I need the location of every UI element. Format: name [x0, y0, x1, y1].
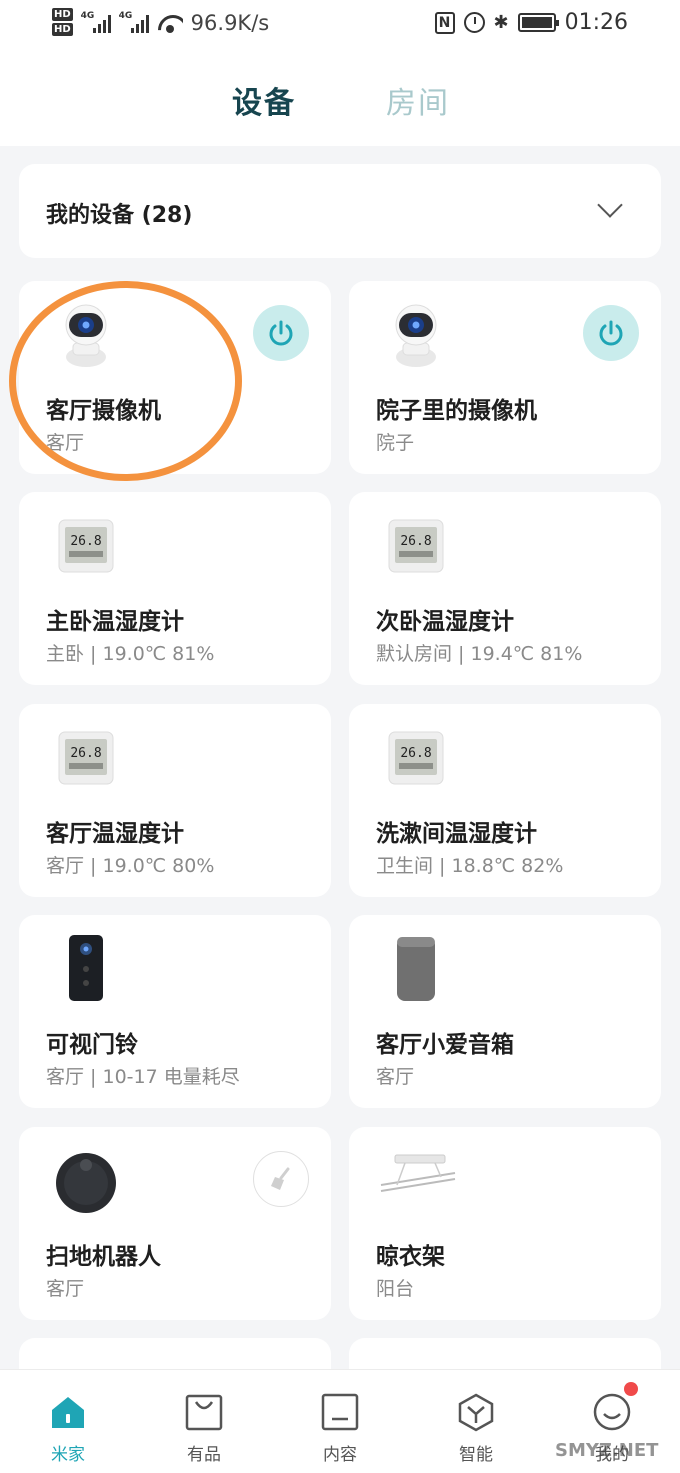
device-subtitle: 主卧 | 19.0℃ 81% [46, 643, 215, 665]
device-name: 扫地机器人 [46, 1244, 161, 1270]
network-speed: 96.9K/s [190, 11, 270, 35]
home-icon [48, 1392, 88, 1432]
device-card-living-room-camera[interactable]: 客厅摄像机 客厅 [19, 281, 331, 474]
camera-icon [65, 304, 107, 367]
device-name: 院子里的摄像机 [376, 398, 537, 424]
hd-badges: HD HD [52, 8, 73, 38]
doorbell-icon [69, 935, 103, 1001]
device-card-video-doorbell[interactable]: 可视门铃 客厅 | 10-17 电量耗尽 [19, 915, 331, 1108]
alarm-icon [463, 12, 485, 33]
device-group-label: 我的设备 (28) [46, 203, 193, 228]
thermometer-icon: 26.8 [58, 731, 114, 785]
device-subtitle: 客厅 | 10-17 电量耗尽 [46, 1066, 240, 1088]
power-icon [599, 320, 623, 346]
content-icon [320, 1392, 360, 1432]
nav-item-profile[interactable]: 我的 [572, 1382, 652, 1465]
broom-icon [271, 1167, 290, 1190]
battery-icon [517, 13, 559, 32]
device-subtitle: 卫生间 | 18.8℃ 82% [376, 855, 564, 877]
device-card-living-room-thermometer[interactable]: 26.8 客厅温湿度计 客厅 | 19.0℃ 80% [19, 704, 331, 897]
device-name: 客厅温湿度计 [46, 821, 184, 847]
nav-item-smart[interactable]: 智能 [436, 1392, 516, 1465]
device-subtitle: 阳台 [376, 1278, 415, 1300]
device-subtitle: 客厅 [46, 1278, 85, 1300]
smart-cube-icon [456, 1392, 496, 1432]
device-name: 客厅摄像机 [46, 398, 161, 424]
tab-devices[interactable]: 设备 [232, 78, 296, 122]
header-tabs: 设备 房间 [0, 78, 680, 121]
device-name: 客厅小爱音箱 [376, 1032, 514, 1058]
nav-item-content[interactable]: 内容 [300, 1392, 380, 1465]
device-subtitle: 默认房间 | 19.4℃ 81% [376, 643, 583, 665]
svg-text:26.8: 26.8 [70, 534, 101, 549]
tab-rooms[interactable]: 房间 [386, 78, 450, 122]
bluetooth-icon: ✱ [493, 12, 509, 33]
device-name: 主卧温湿度计 [46, 609, 184, 635]
device-name: 洗漱间温湿度计 [376, 821, 537, 847]
thermometer-icon: 26.8 [58, 519, 114, 573]
device-card-clothes-rack[interactable]: 晾衣架 阳台 [349, 1127, 661, 1320]
signal-icon-2: 4G [119, 11, 149, 33]
device-card-second-bedroom-thermometer[interactable]: 26.8 次卧温湿度计 默认房间 | 19.4℃ 81% [349, 492, 661, 685]
robot-vacuum-icon [56, 1153, 116, 1213]
shopping-bag-icon [184, 1392, 224, 1432]
device-card-robot-vacuum[interactable]: 扫地机器人 客厅 [19, 1127, 331, 1320]
power-button[interactable] [253, 305, 309, 361]
device-card-smart-speaker[interactable]: 客厅小爱音箱 客厅 [349, 915, 661, 1108]
bottom-navigation: 米家 有品 内容 智能 我的 [0, 1369, 680, 1473]
device-name: 晾衣架 [376, 1244, 445, 1270]
speaker-icon [397, 937, 435, 1001]
hd-badge-2: HD [52, 23, 73, 36]
wifi-icon [157, 13, 183, 33]
device-card-washroom-thermometer[interactable]: 26.8 洗漱间温湿度计 卫生间 | 18.8℃ 82% [349, 704, 661, 897]
device-card-master-bedroom-thermometer[interactable]: 26.8 主卧温湿度计 主卧 | 19.0℃ 81% [19, 492, 331, 685]
nav-item-home[interactable]: 米家 [28, 1392, 108, 1465]
thermometer-icon: 26.8 [388, 519, 444, 573]
signal-icon-1: 4G [81, 11, 111, 33]
svg-text:26.8: 26.8 [400, 534, 431, 549]
device-group-selector[interactable]: 我的设备 (28) [19, 164, 661, 258]
device-subtitle: 客厅 [46, 432, 85, 454]
device-name: 次卧温湿度计 [376, 609, 514, 635]
svg-text:26.8: 26.8 [400, 746, 431, 761]
nfc-icon: N [434, 11, 455, 34]
profile-icon [592, 1382, 638, 1432]
nav-item-youpin[interactable]: 有品 [164, 1392, 244, 1465]
device-name: 可视门铃 [46, 1032, 138, 1058]
clean-button[interactable] [253, 1151, 309, 1207]
hd-badge-1: HD [52, 8, 73, 21]
chevron-down-icon[interactable] [597, 192, 623, 218]
status-time: 01:26 [564, 10, 628, 35]
device-subtitle: 院子 [376, 432, 415, 454]
power-button[interactable] [583, 305, 639, 361]
camera-icon [395, 304, 437, 367]
power-icon [269, 320, 293, 346]
svg-text:26.8: 26.8 [70, 746, 101, 761]
thermometer-icon: 26.8 [388, 731, 444, 785]
device-subtitle: 客厅 | 19.0℃ 80% [46, 855, 215, 877]
device-card-yard-camera[interactable]: 院子里的摄像机 院子 [349, 281, 661, 474]
device-subtitle: 客厅 [376, 1066, 415, 1088]
notification-badge [624, 1382, 638, 1396]
clothes-rack-icon [380, 1154, 456, 1192]
top-bar: HD HD 4G 4G 96.9K/s N ✱ 01:26 设备 房间 [0, 0, 680, 146]
status-bar: HD HD 4G 4G 96.9K/s N ✱ 01:26 [0, 0, 680, 48]
